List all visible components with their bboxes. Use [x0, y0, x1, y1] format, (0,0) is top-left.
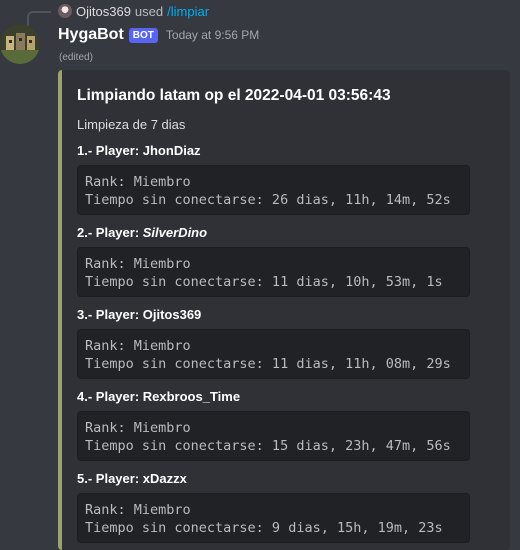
- field-number: 4.- Player:: [77, 389, 143, 404]
- field-name-5: 5.- Player: xDazzx: [77, 471, 187, 486]
- field-name-4: 4.- Player: Rexbroos_Time: [77, 389, 240, 404]
- code-block-5: Rank: Miembro Tiempo sin conectarse: 9 d…: [77, 493, 470, 543]
- field-player: Ojitos369: [142, 307, 202, 322]
- message-header: HygaBot BOT Today at 9:56 PM: [58, 24, 259, 46]
- edited-label: (edited): [59, 52, 93, 63]
- field-number: 1.- Player:: [77, 143, 143, 158]
- offline-time-text: Tiempo sin conectarse: 26 dias, 11h, 14m…: [85, 192, 451, 208]
- field-name-2: 2.- Player: SilverDino: [77, 225, 207, 240]
- code-block-2: Rank: Miembro Tiempo sin conectarse: 11 …: [77, 247, 470, 297]
- embed-card: Limpiando latam op el 2022-04-01 03:56:4…: [58, 70, 510, 550]
- rank-text: Rank: Miembro: [85, 420, 191, 436]
- bot-tag-badge: BOT: [128, 27, 158, 43]
- rank-text: Rank: Miembro: [85, 174, 191, 190]
- code-block-3: Rank: Miembro Tiempo sin conectarse: 11 …: [77, 329, 470, 379]
- rank-text: Rank: Miembro: [85, 502, 191, 518]
- field-number: 5.- Player:: [77, 471, 143, 486]
- reply-action: used: [134, 3, 164, 19]
- field-player: JhonDiaz: [142, 143, 201, 158]
- embed-description: Limpieza de 7 dias: [77, 117, 186, 132]
- reply-user-avatar[interactable]: [58, 4, 72, 18]
- offline-time-text: Tiempo sin conectarse: 11 dias, 10h, 53m…: [85, 274, 443, 290]
- field-player: xDazzx: [142, 471, 187, 486]
- rank-text: Rank: Miembro: [85, 338, 191, 354]
- reply-command[interactable]: /limpiar: [167, 4, 209, 19]
- offline-time-text: Tiempo sin conectarse: 9 dias, 15h, 19m,…: [85, 520, 443, 536]
- offline-time-text: Tiempo sin conectarse: 11 dias, 11h, 08m…: [85, 356, 451, 372]
- field-name-1: 1.- Player: JhonDiaz: [77, 143, 201, 158]
- bot-avatar[interactable]: [0, 24, 40, 64]
- field-number: 3.- Player:: [77, 307, 143, 322]
- code-block-4: Rank: Miembro Tiempo sin conectarse: 15 …: [77, 411, 470, 461]
- field-player: SilverDino: [142, 225, 208, 240]
- embed-title: Limpiando latam op el 2022-04-01 03:56:4…: [77, 87, 391, 104]
- reply-username[interactable]: Ojitos369: [76, 4, 131, 19]
- reply-reference[interactable]: Ojitos369 used /limpiar: [58, 2, 209, 20]
- field-player: Rexbroos_Time: [142, 389, 241, 404]
- code-block-1: Rank: Miembro Tiempo sin conectarse: 26 …: [77, 165, 470, 215]
- bot-username[interactable]: HygaBot: [58, 26, 124, 44]
- field-name-3: 3.- Player: Ojitos369: [77, 307, 201, 322]
- rank-text: Rank: Miembro: [85, 256, 191, 272]
- message-timestamp[interactable]: Today at 9:56 PM: [166, 28, 259, 42]
- field-number: 2.- Player:: [77, 225, 143, 240]
- offline-time-text: Tiempo sin conectarse: 15 dias, 23h, 47m…: [85, 438, 451, 454]
